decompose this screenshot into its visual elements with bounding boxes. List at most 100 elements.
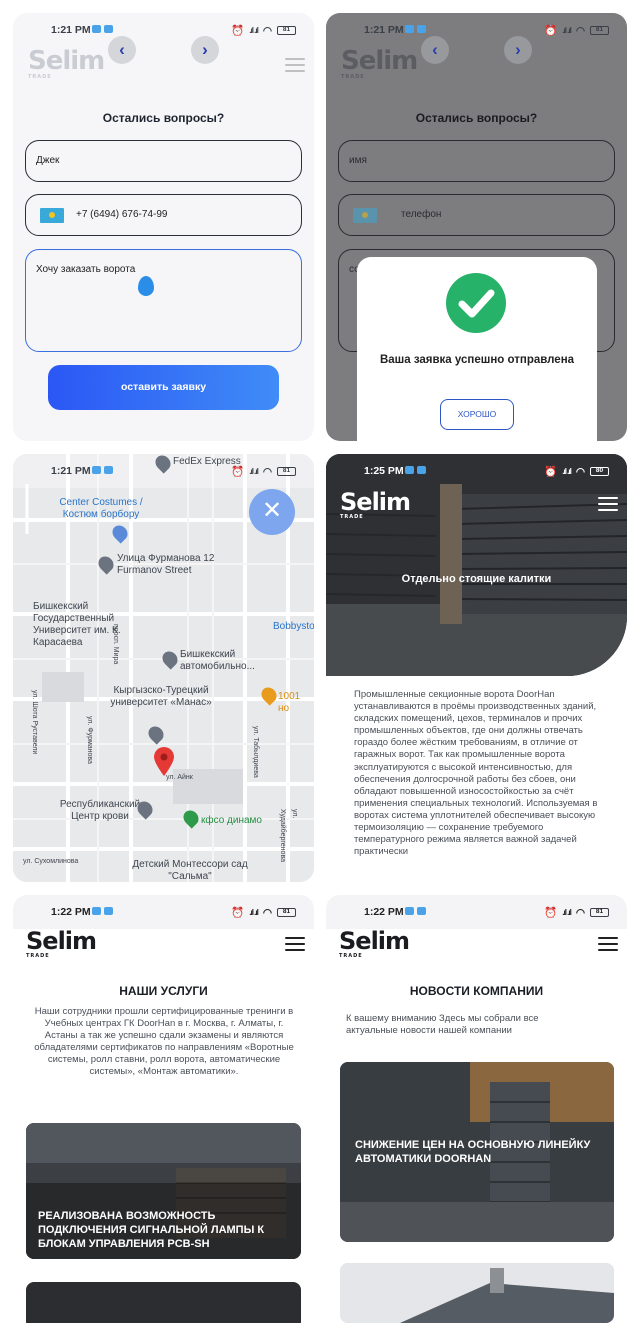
notification-icons [92, 907, 113, 915]
service-card[interactable]: РЕАЛИЗОВАНА ВОЗМОЖНОСТЬ ПОДКЛЮЧЕНИЯ СИГН… [26, 1123, 301, 1259]
street-label: ул. Сухомлинова [23, 858, 79, 865]
wifi-icon: ◠ [262, 906, 272, 919]
battery-icon: 81 [590, 908, 609, 917]
logo-text: Selim [341, 46, 418, 76]
street-label: ул. Айнк [166, 774, 193, 781]
logo-text: Selim [28, 46, 105, 76]
form-title: Остались вопросы? [415, 111, 538, 125]
checkmark-icon [446, 273, 506, 333]
forward-arrow-icon[interactable]: › [191, 36, 219, 64]
notification-icons [92, 25, 113, 33]
article-text: Промышленные секционные ворота DoorHan у… [354, 689, 598, 858]
map-label-fedex[interactable]: FedEx Express [173, 456, 241, 468]
status-bar: 1:25 PM ⏰ .ıl .ıl ◠ 80 [326, 454, 627, 488]
notification-icons [92, 466, 113, 474]
menu-icon[interactable] [285, 937, 305, 951]
alarm-icon: ⏰ [544, 25, 558, 37]
kz-flag-icon[interactable] [40, 208, 64, 223]
kz-flag-icon [353, 208, 377, 223]
alarm-icon: ⏰ [231, 907, 245, 919]
screen-services: 1:22 PM ⏰ .ıl .ıl ◠ 81 Selim TRADE НАШИ … [13, 895, 314, 1323]
menu-icon[interactable] [598, 497, 618, 511]
status-time: 1:25 PM [364, 465, 404, 477]
signal-icon: .ıl .ıl [562, 467, 572, 476]
section-text: К вашему вниманию Здесь мы собрали все а… [346, 1013, 539, 1036]
logo-text: Selim [340, 488, 411, 516]
battery-icon: 81 [277, 26, 296, 35]
map-label-bobby[interactable]: Bobbysto [273, 621, 314, 633]
name-field[interactable]: Джек [25, 140, 302, 182]
screen-news: 1:22 PM ⏰ .ıl .ıl ◠ 81 Selim TRADE НОВОС… [326, 895, 627, 1323]
success-dialog: Ваша заявка успешно отправлена ХОРОШО [357, 257, 597, 441]
map-label-nights[interactable]: 1001 но [278, 691, 314, 715]
status-time: 1:22 PM [364, 906, 404, 918]
section-text: Наши сотрудники прошли сертифицированные… [34, 1006, 294, 1077]
news-card[interactable] [340, 1263, 614, 1323]
alarm-icon: ⏰ [544, 466, 558, 478]
map-label-manas[interactable]: Кыргызско-Турецкий университет «Манас» [101, 685, 221, 709]
map-label-costumes[interactable]: Center Costumes / Костюм борбору [41, 497, 161, 521]
notification-icons [405, 466, 426, 474]
status-bar: 1:22 PM ⏰ .ıl .ıl ◠ 81 [326, 895, 627, 929]
signal-icon: .ıl .ıl [249, 908, 259, 917]
phone-field: телефон [338, 194, 615, 236]
service-card[interactable] [26, 1282, 301, 1323]
status-right: ⏰ .ıl .ıl ◠ 81 [231, 465, 296, 478]
street-label: ул. Худайбергенова [279, 809, 298, 862]
signal-icon: .ıl .ıl [249, 26, 259, 35]
status-time: 1:21 PM [51, 465, 91, 477]
ok-button[interactable]: ХОРОШО [440, 399, 514, 430]
wifi-icon: ◠ [575, 24, 585, 37]
menu-icon[interactable] [598, 937, 618, 951]
menu-icon[interactable] [285, 58, 305, 72]
hero-image: 1:25 PM ⏰ .ıl .ıl ◠ 80 Selim TRADE Отдел… [326, 454, 627, 676]
wifi-icon: ◠ [575, 465, 585, 478]
phone-value: +7 (6494) 676-74-99 [76, 209, 168, 220]
map-label-dinamo[interactable]: кфсо динамо [201, 815, 262, 827]
dialog-message: Ваша заявка успешно отправлена [379, 354, 575, 366]
back-arrow-icon: ‹ [421, 36, 449, 64]
street-label: просп. Мира [112, 624, 119, 665]
logo[interactable]: Selim TRADE [26, 929, 97, 959]
submit-button[interactable]: оставить заявку [48, 365, 279, 410]
battery-icon: 81 [590, 26, 609, 35]
logo[interactable]: Selim TRADE [340, 488, 411, 520]
close-icon[interactable]: ✕ [249, 489, 295, 535]
status-right: ⏰ .ıl .ıl ◠ 81 [544, 906, 609, 919]
logo[interactable]: Selim TRADE [339, 929, 410, 959]
status-right: ⏰ .ıl .ıl ◠ 81 [544, 24, 609, 37]
battery-icon: 81 [277, 908, 296, 917]
battery-icon: 81 [277, 467, 296, 476]
alarm-icon: ⏰ [231, 25, 245, 37]
wifi-icon: ◠ [262, 465, 272, 478]
logo[interactable]: Selim TRADE [28, 46, 105, 80]
status-time: 1:21 PM [51, 24, 91, 36]
name-placeholder: имя [349, 155, 367, 166]
logo: Selim TRADE [341, 46, 418, 80]
map-label-kindergarten[interactable]: Детский Монтессори сад "Сальма" [130, 859, 250, 882]
signal-icon: .ıl .ıl [562, 26, 572, 35]
map-label-furmanov[interactable]: Улица Фурманова 12 Furmanov Street [117, 553, 217, 577]
news-card[interactable]: СНИЖЕНИЕ ЦЕН НА ОСНОВНУЮ ЛИНЕЙКУ АВТОМАТ… [340, 1062, 614, 1242]
text-cursor-handle[interactable] [138, 276, 154, 296]
status-time: 1:21 PM [364, 24, 404, 36]
screen-gates-article: 1:25 PM ⏰ .ıl .ıl ◠ 80 Selim TRADE Отдел… [326, 454, 627, 882]
battery-icon: 80 [590, 467, 609, 476]
hero-title: Отдельно стоящие калитки [401, 573, 552, 585]
back-arrow-icon[interactable]: ‹ [108, 36, 136, 64]
phone-field[interactable]: +7 (6494) 676-74-99 [25, 194, 302, 236]
street-label: ул. Шота Руставели [31, 690, 38, 755]
status-right: ⏰ .ıl .ıl ◠ 81 [231, 906, 296, 919]
signal-icon: .ıl .ıl [562, 908, 572, 917]
news-card-title: СНИЖЕНИЕ ЦЕН НА ОСНОВНУЮ ЛИНЕЙКУ АВТОМАТ… [355, 1139, 591, 1165]
status-bar: 1:22 PM ⏰ .ıl .ıl ◠ 81 [13, 895, 314, 929]
status-right: ⏰ .ıl .ıl ◠ 81 [231, 24, 296, 37]
alarm-icon: ⏰ [544, 907, 558, 919]
forward-arrow-icon: › [504, 36, 532, 64]
form-title: Остались вопросы? [102, 111, 225, 125]
message-value: Хочу заказать ворота [36, 264, 136, 275]
map-label-auto[interactable]: Бишкекский автомобильно... [180, 649, 280, 673]
message-field[interactable]: Хочу заказать ворота [25, 249, 302, 352]
notification-icons [405, 25, 426, 33]
street-label: ул. Табылдиева [252, 726, 259, 778]
